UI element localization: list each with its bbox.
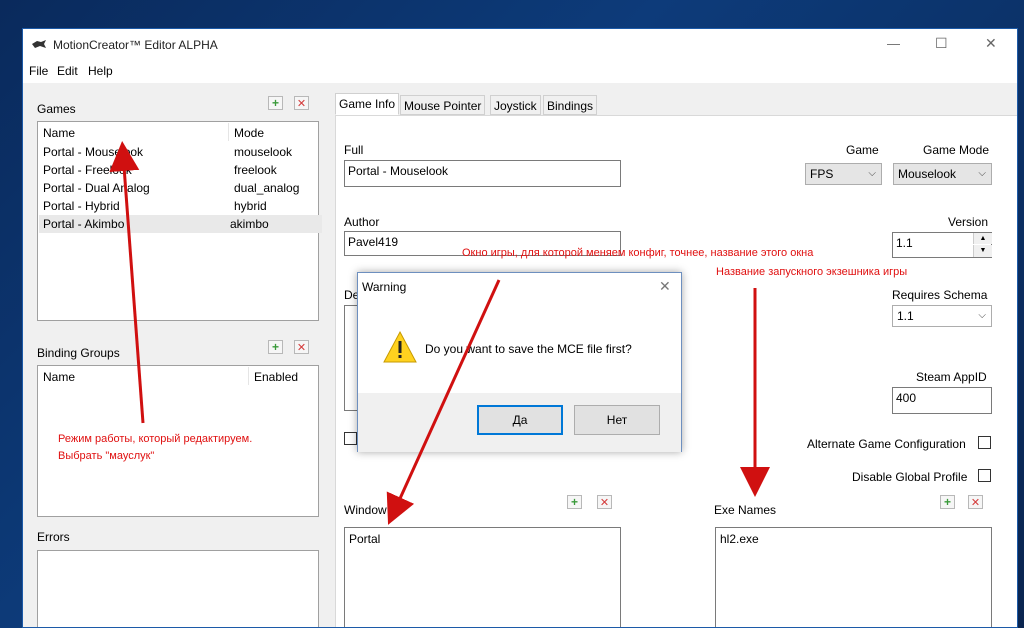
- arrow-to-window: [386, 279, 501, 525]
- arrow-to-mouselook: [109, 141, 145, 424]
- annotation-arrows: [109, 141, 770, 525]
- annotation-mode-line2: Выбрать "мауслук": [58, 450, 155, 462]
- annotation-mode-line1: Режим работы, который редактируем.: [58, 433, 253, 445]
- annotation-window: Окно игры, для которой меняем конфиг, то…: [462, 247, 814, 259]
- annotation-exe: Название запускного экзешника игры: [716, 266, 908, 278]
